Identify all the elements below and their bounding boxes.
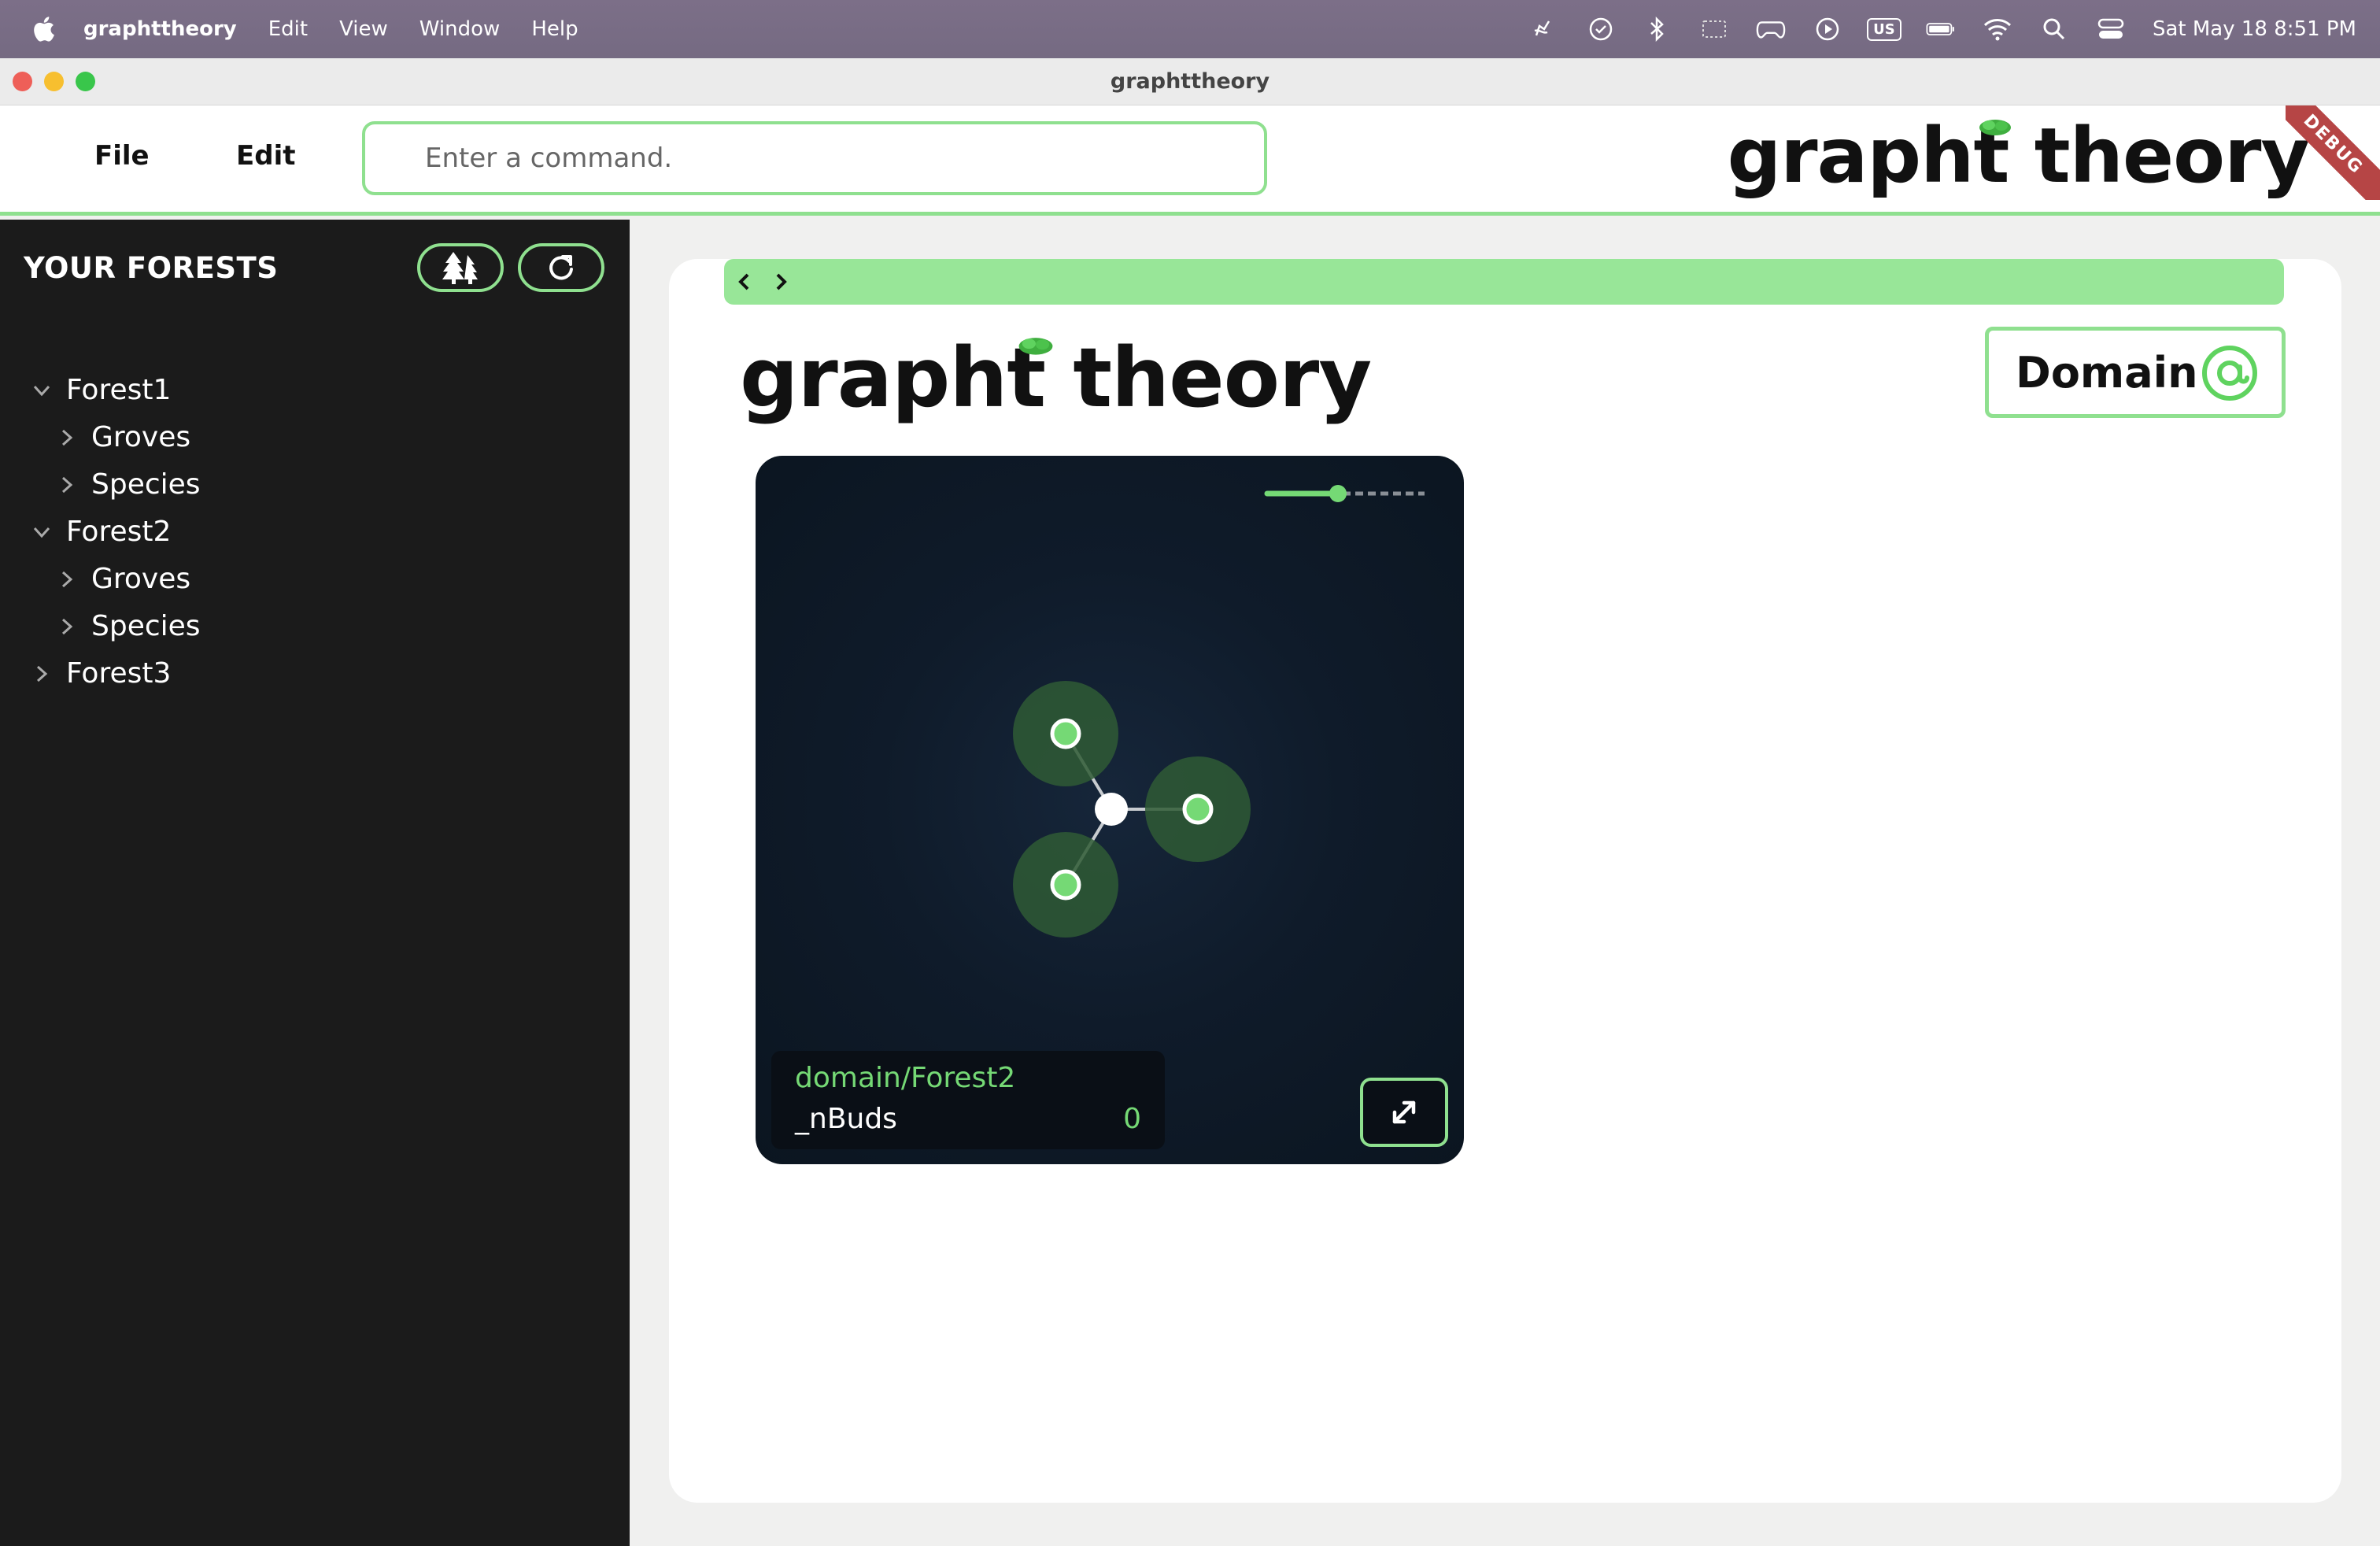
tree-item-label: Groves [91,421,191,453]
debug-ribbon: DEBUG [2286,105,2380,200]
tree-item-label: Forest2 [66,516,172,548]
command-input[interactable] [425,124,1212,192]
menu-help[interactable]: Help [531,17,578,41]
debug-ribbon-label: DEBUG [2286,105,2380,200]
node-path: domain/Forest2 [795,1062,1016,1094]
domain-button[interactable]: Domain [1985,327,2286,418]
chevron-right-icon[interactable] [57,616,77,637]
tree-item-forest1-groves[interactable]: Groves [57,421,190,453]
tree-item-forest2-species[interactable]: Species [57,610,201,642]
app-window: graphttheory File Edit grapht theory DEB… [0,58,2380,1546]
command-bar[interactable] [362,121,1267,195]
node-property-value: 0 [1123,1103,1141,1135]
refresh-icon [549,255,573,280]
new-forest-button[interactable] [417,243,504,292]
node-property-key: _nBuds [795,1103,897,1135]
chevron-right-icon[interactable] [57,475,77,495]
graph-root-node[interactable] [1095,793,1128,826]
tree-item-label: Species [91,610,201,642]
tree-leaf-icon [1018,338,1053,355]
chevron-right-icon[interactable] [31,664,52,684]
app-header: File Edit grapht theory DEBUG [0,105,2380,216]
node-info-panel: domain/Forest2 _nBuds 0 [771,1051,1165,1149]
screen-time-icon[interactable] [1586,14,1616,44]
domain-button-label: Domain [2016,347,2198,398]
tree-item-label: Groves [91,563,191,595]
chevron-down-icon[interactable] [31,522,52,542]
file-menu-button[interactable]: File [94,140,150,172]
forest-sidebar: YOUR FORESTS Forest1 Groves Species Fore… [0,220,630,1546]
menu-window[interactable]: Window [419,17,501,41]
menu-app-name[interactable]: graphttheory [83,17,237,41]
control-center-icon[interactable] [2096,14,2126,44]
bluetooth-icon[interactable] [1643,14,1672,44]
expand-icon [1392,1100,1416,1124]
header-logo: grapht theory [1727,112,2310,200]
stage-manager-icon[interactable] [1529,14,1559,44]
keyboard-layout-label: US [1867,17,1901,41]
menu-bar-clock[interactable]: Sat May 18 8:51 PM [2153,17,2356,41]
forward-arrow-icon[interactable] [770,270,792,294]
game-controller-icon[interactable] [1756,14,1786,44]
menu-view[interactable]: View [339,17,388,41]
main-logo: grapht theory [740,330,1372,426]
zoom-slider-thumb[interactable] [1329,485,1347,502]
domain-at-icon [2202,346,2257,401]
chevron-right-icon[interactable] [57,427,77,448]
play-icon[interactable] [1813,14,1842,44]
graph-view-card[interactable]: domain/Forest2 _nBuds 0 [756,456,1464,1164]
tree-item-forest3[interactable]: Forest3 [31,657,171,690]
tree-item-forest1-species[interactable]: Species [57,468,201,501]
apple-logo-icon[interactable] [31,16,55,43]
graph-node[interactable] [1013,832,1118,938]
back-arrow-icon[interactable] [734,270,756,294]
graph-node[interactable] [1013,681,1118,786]
keyboard-layout-icon[interactable]: US [1867,14,1901,44]
chevron-right-icon[interactable] [57,569,77,590]
tree-item-label: Forest1 [66,374,172,406]
edit-menu-button[interactable]: Edit [236,140,295,172]
chevron-down-icon[interactable] [31,380,52,401]
expand-button[interactable] [1360,1078,1448,1147]
main-logo-text: grapht theory [740,330,1372,426]
tree-item-forest2-groves[interactable]: Groves [57,563,190,595]
tree-item-label: Forest3 [66,657,172,690]
window-titlebar[interactable]: graphttheory [0,58,2380,105]
menu-bar: graphttheory Edit View Window Help US Sa… [0,0,2380,58]
trees-icon [442,252,478,284]
navigation-bar [724,259,2284,305]
menu-edit[interactable]: Edit [268,17,308,41]
zoom-slider[interactable] [1264,485,1425,502]
sidebar-title: YOUR FORESTS [24,251,279,285]
graph-node[interactable] [1145,756,1251,862]
wifi-icon[interactable] [1983,14,2012,44]
tree-leaf-icon [1979,120,2011,135]
battery-icon[interactable] [1926,14,1956,44]
main-panel: grapht theory Domain domain/Forest2 _nBu… [669,259,2341,1503]
display-icon[interactable] [1699,14,1729,44]
spotlight-search-icon[interactable] [2039,14,2069,44]
refresh-button[interactable] [518,243,604,292]
tree-item-forest1[interactable]: Forest1 [31,374,171,406]
window-title: graphttheory [1110,69,1270,94]
tree-item-forest2[interactable]: Forest2 [31,516,171,548]
header-logo-text: grapht theory [1727,112,2310,200]
tree-item-label: Species [91,468,201,501]
